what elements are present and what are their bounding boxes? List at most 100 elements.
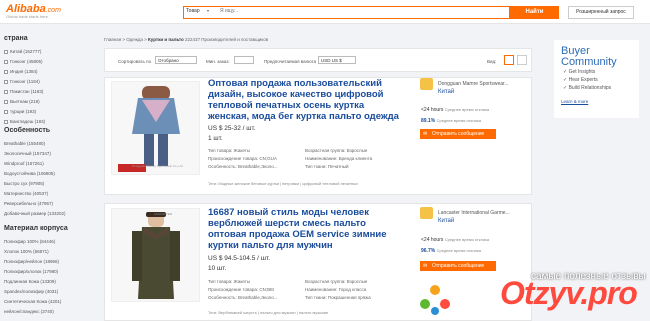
material-filter-item[interactable]: Spandex/полиэфир (4031) — [4, 289, 58, 294]
image-caption: LANCASTER — [154, 212, 173, 216]
country-filter-item[interactable]: Бангладеш (193) — [4, 119, 45, 124]
feature-filter-item[interactable]: Windproof (157261) — [4, 161, 44, 166]
checkbox[interactable] — [4, 59, 8, 64]
checkbox[interactable] — [4, 79, 8, 84]
mail-icon: ✉ — [423, 131, 428, 137]
checkbox[interactable] — [4, 89, 8, 94]
image-caption: Dongguan Mamre Sportswear Co.,Ltd — [132, 164, 183, 168]
response-time: <24 hours Среднее время отклика — [421, 237, 490, 243]
search-category-select[interactable]: Товар — [186, 8, 200, 14]
material-filter-item[interactable]: нейлон/спандекс (3740) — [4, 309, 54, 314]
sort-select[interactable]: Отобрано — [155, 56, 197, 64]
country-filter-item[interactable]: Пакистан (1183) — [4, 89, 43, 94]
min-order-label: Мин. заказ: — [206, 59, 230, 64]
feature-filter-item[interactable]: Breathable (155480) — [4, 141, 45, 146]
response-rate: 89.1% Среднее время отклика — [421, 118, 481, 124]
feature-filter-item[interactable]: Быстро сух (97905) — [4, 181, 44, 186]
product-attribute: Наименование: Город класса — [305, 287, 367, 292]
checkbox[interactable] — [4, 69, 8, 74]
sort-label: Сортировать по — [118, 59, 152, 64]
buyer-community-subtitle: Community — [561, 56, 617, 68]
product-attribute: Тип товара: Жакеты — [208, 148, 250, 153]
product-attribute: Происхождение товара: CN;GUA — [208, 156, 277, 161]
product-attribute: Тип ткани: Печатный — [305, 164, 349, 169]
material-heading: Материал корпуса — [4, 225, 68, 232]
product-title-link[interactable]: Оптовая продажа пользовательский дизайн,… — [208, 78, 405, 122]
product-attribute: Происхождение товара: CN;BEI — [208, 287, 275, 292]
view-label: Вид: — [487, 59, 497, 64]
checkbox[interactable] — [4, 99, 8, 104]
material-filter-item[interactable]: Полиэфир/нейлон (18966) — [4, 259, 59, 264]
country-filter-item[interactable]: Китай (152777) — [4, 49, 41, 54]
product-image[interactable] — [111, 208, 200, 302]
product-tags[interactable]: Теги: Модные женские беговые куртки | ве… — [208, 181, 358, 186]
contact-supplier-button[interactable]: ✉ Отправить сообщение — [420, 129, 496, 139]
product-moq: 1 шт. — [208, 135, 223, 142]
currency-label: Предпочитаемая валюта — [264, 59, 317, 64]
checkbox[interactable] — [4, 119, 8, 124]
country-filter-item[interactable]: Вьетнам (218) — [4, 99, 40, 104]
chevron-down-icon[interactable]: ▾ — [207, 8, 209, 13]
material-filter-item[interactable]: Полиэфир/хлопок (17980) — [4, 269, 58, 274]
breadcrumb: Главная > Одежда > Куртки и пальто 22243… — [104, 37, 268, 42]
search-input[interactable] — [220, 8, 420, 14]
watermark-brand: Otzyv.pro — [500, 275, 638, 311]
checkbox[interactable] — [4, 49, 8, 54]
buyer-community-item: ✓ Get Insights — [563, 69, 596, 75]
contact-supplier-button[interactable]: ✉ Отправить сообщение — [420, 261, 496, 271]
country-filter-item[interactable]: Индия (1384) — [4, 69, 38, 74]
product-attribute: Особенность: Breathable,Эколо... — [208, 164, 278, 169]
gold-supplier-badge-icon — [420, 207, 433, 219]
search-button[interactable]: Найти — [510, 6, 559, 19]
product-attribute: Возрастная группа: Взрослые — [305, 279, 368, 284]
result-count: 222437 Производителей и поставщиков — [183, 37, 269, 42]
country-filter-item[interactable]: турции (193) — [4, 109, 36, 114]
material-filter-item[interactable]: Подлинная Кожа (13309) — [4, 279, 56, 284]
product-attribute: Тип товара: Жакеты — [208, 279, 250, 284]
supplier-country: Китай — [438, 218, 455, 224]
product-attribute: Возрастная группа: Взрослые — [305, 148, 368, 153]
supplier-name-link[interactable]: Dongguan Mamre Sportswear... — [438, 81, 509, 87]
product-attribute: Тип ткани: Покрашенная пряжа — [305, 295, 371, 300]
features-heading: Особенность — [4, 127, 51, 134]
watermark-logo-icon — [418, 282, 452, 316]
feature-filter-item[interactable]: Добавочный размер (133202) — [4, 211, 66, 216]
advanced-search-button[interactable]: Розширенный запрос — [568, 6, 634, 19]
product-price: US $ 25-32 / шт. — [208, 125, 256, 132]
material-filter-item[interactable]: Полиэфир 100% (84446) — [4, 239, 55, 244]
min-order-input[interactable] — [234, 56, 254, 64]
currency-select[interactable]: USD US $ — [318, 56, 356, 64]
filter-sidebar: страна Китай (152777) Гонконг (45805) Ин… — [0, 33, 97, 319]
product-title-link[interactable]: 16687 новый стиль моды человек верблюжей… — [208, 207, 405, 251]
material-filter-item[interactable]: Хлопок 100% (56871) — [4, 249, 49, 254]
supplier-name-link[interactable]: Lancaster International Garme... — [438, 210, 510, 216]
country-heading: страна — [4, 35, 28, 42]
logo-tagline: Global trade starts here. — [6, 14, 49, 19]
response-rate: 96.7% Среднее время отклика — [421, 248, 481, 254]
list-view-icon[interactable] — [504, 55, 514, 65]
material-filter-item[interactable]: Синтетическая Кожа (4201) — [4, 299, 61, 304]
country-filter-item[interactable]: Гонконг (45805) — [4, 59, 43, 64]
feature-filter-item[interactable]: Водоустойчива (106805) — [4, 171, 55, 176]
product-attribute: Особенность: Breathable,Эколо... — [208, 295, 278, 300]
product-image[interactable] — [111, 81, 200, 175]
buyer-community-item: ✓ Build Relationships — [563, 85, 612, 91]
buyer-community-item: ✓ Hear Experts — [563, 77, 598, 83]
product-attribute: Наименование: Бренда клиента — [305, 156, 373, 161]
breadcrumb-current: Куртки и пальто — [148, 37, 184, 42]
supplier-country: Китай — [438, 89, 455, 95]
feature-filter-item[interactable]: Реверсибельно (47957) — [4, 201, 53, 206]
feature-filter-item[interactable]: Экологичный (157347) — [4, 151, 51, 156]
feature-filter-item[interactable]: Материнство (40537) — [4, 191, 48, 196]
response-time: <24 hours Среднее время отклика — [421, 107, 490, 113]
breadcrumb-path[interactable]: Главная > Одежда > — [104, 37, 148, 42]
product-moq: 10 шт. — [208, 265, 227, 272]
product-price: US $ 94.5-104.5 / шт. — [208, 255, 271, 262]
gold-supplier-badge-icon — [420, 78, 433, 90]
learn-more-link[interactable]: Learn & more — [561, 99, 588, 104]
checkbox[interactable] — [4, 109, 8, 114]
product-tags[interactable]: Теги: Верблюжьей шерсть | пальто для муж… — [208, 310, 328, 315]
grid-view-icon[interactable] — [517, 55, 527, 65]
country-filter-item[interactable]: Гонконг (1184) — [4, 79, 40, 84]
mail-icon: ✉ — [423, 263, 428, 269]
